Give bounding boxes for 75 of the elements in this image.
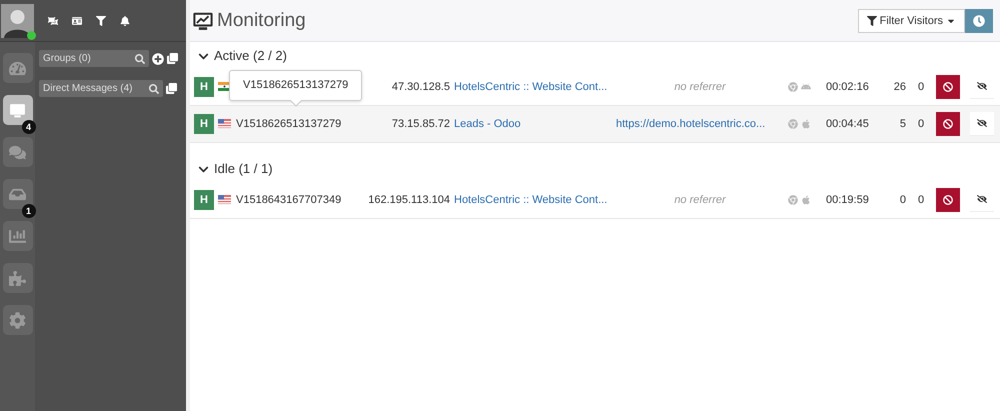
ban-icon bbox=[943, 82, 953, 92]
filter-icon[interactable] bbox=[96, 16, 106, 26]
search-field[interactable]: Groups (0) bbox=[39, 50, 149, 67]
squares-icon[interactable] bbox=[48, 16, 58, 26]
site-badge: H bbox=[194, 190, 214, 210]
eye-slash-icon bbox=[977, 81, 987, 92]
site-badge: H bbox=[194, 114, 214, 134]
duration: 00:19:59 bbox=[826, 192, 870, 207]
duration: 00:04:45 bbox=[826, 116, 870, 132]
search-icon bbox=[149, 84, 159, 94]
tooltip: V1518626513137279 bbox=[229, 70, 362, 101]
flag-icon bbox=[218, 195, 231, 204]
chrome-icon bbox=[788, 118, 798, 129]
add-icon[interactable] bbox=[152, 52, 164, 64]
chevron-icon[interactable] bbox=[198, 164, 209, 175]
hide-button[interactable] bbox=[970, 112, 994, 136]
tooltip-pointer bbox=[290, 100, 302, 107]
avatar[interactable] bbox=[1, 4, 34, 38]
referrer-link[interactable]: https://demo.hotelscentric.co... bbox=[616, 116, 784, 132]
chrome-icon bbox=[788, 194, 798, 205]
ban-icon bbox=[943, 194, 953, 205]
popout-icon[interactable] bbox=[166, 83, 177, 94]
chat-count: 0 bbox=[916, 116, 926, 132]
chevron-icon[interactable] bbox=[198, 50, 209, 62]
group-title: Active (2 / 2) bbox=[214, 48, 287, 65]
android-icon bbox=[801, 82, 811, 92]
gauge-icon bbox=[9, 60, 26, 76]
page-link[interactable]: Leads - Odoo bbox=[454, 116, 612, 132]
count-badge: 4 bbox=[22, 120, 36, 134]
chat-count: 0 bbox=[916, 80, 926, 94]
eye-slash-icon bbox=[977, 118, 987, 128]
puzzle-icon bbox=[9, 270, 26, 286]
visitor-id: V1518643167707349 bbox=[236, 192, 342, 208]
bell-icon[interactable] bbox=[120, 16, 130, 26]
bar-chart-icon bbox=[9, 228, 26, 244]
chrome-icon bbox=[788, 82, 798, 92]
filter-button[interactable]: Filter Visitors bbox=[858, 8, 965, 32]
apple-icon bbox=[801, 118, 811, 129]
eye-slash-icon bbox=[977, 194, 987, 204]
site-badge: H bbox=[194, 76, 214, 97]
chat-bubbles-icon bbox=[9, 144, 26, 160]
block-button[interactable] bbox=[936, 188, 960, 212]
nav-item[interactable] bbox=[2, 95, 32, 125]
search-field[interactable]: Direct Messages (4) bbox=[39, 80, 163, 97]
block-button[interactable] bbox=[936, 74, 960, 99]
page-link[interactable]: HotelsCentric :: Website Cont... bbox=[454, 80, 612, 94]
filter-icon bbox=[866, 16, 877, 26]
clock-icon bbox=[973, 14, 985, 26]
apple-icon bbox=[801, 194, 811, 205]
block-button[interactable] bbox=[936, 112, 960, 136]
id-card-icon[interactable] bbox=[72, 16, 82, 26]
referrer-text: no referrer bbox=[673, 192, 727, 207]
ip-address: 47.30.128.5 bbox=[390, 80, 450, 94]
duration: 00:02:16 bbox=[826, 80, 870, 94]
visitor-id: V1518626513137279 bbox=[236, 116, 342, 132]
ip-address: 73.15.85.72 bbox=[390, 116, 450, 132]
page-link[interactable]: HotelsCentric :: Website Cont... bbox=[454, 192, 612, 207]
clock-button[interactable] bbox=[965, 8, 993, 32]
page-count: 26 bbox=[892, 80, 906, 94]
count-badge: 1 bbox=[22, 204, 36, 218]
ban-icon bbox=[943, 118, 953, 129]
nav-item[interactable] bbox=[2, 179, 32, 209]
chat-count: 0 bbox=[916, 192, 926, 207]
visitor-row[interactable]: H V1518626513137279 73.15.85.72 Leads - Odoo https://demo.hotelscentric.co... 00:04:45 5 0 bbox=[190, 106, 1000, 143]
settings-icon bbox=[9, 312, 26, 328]
popout-icon[interactable] bbox=[167, 53, 178, 64]
visitor-row[interactable]: H V1518626513137279 47.30.128.5 HotelsCentric :: Website Cont... no referrer 00:02:16 26 0 bbox=[190, 68, 1000, 106]
ip-address: 162.195.113.104 bbox=[367, 192, 450, 207]
page-count: 0 bbox=[898, 192, 906, 207]
search-icon bbox=[135, 54, 145, 64]
referrer-text: no referrer bbox=[673, 80, 727, 94]
page-title: Monitoring bbox=[217, 10, 307, 32]
flag-icon bbox=[218, 119, 231, 128]
group-title: Idle (1 / 1) bbox=[214, 160, 273, 178]
page-count: 5 bbox=[898, 116, 906, 132]
